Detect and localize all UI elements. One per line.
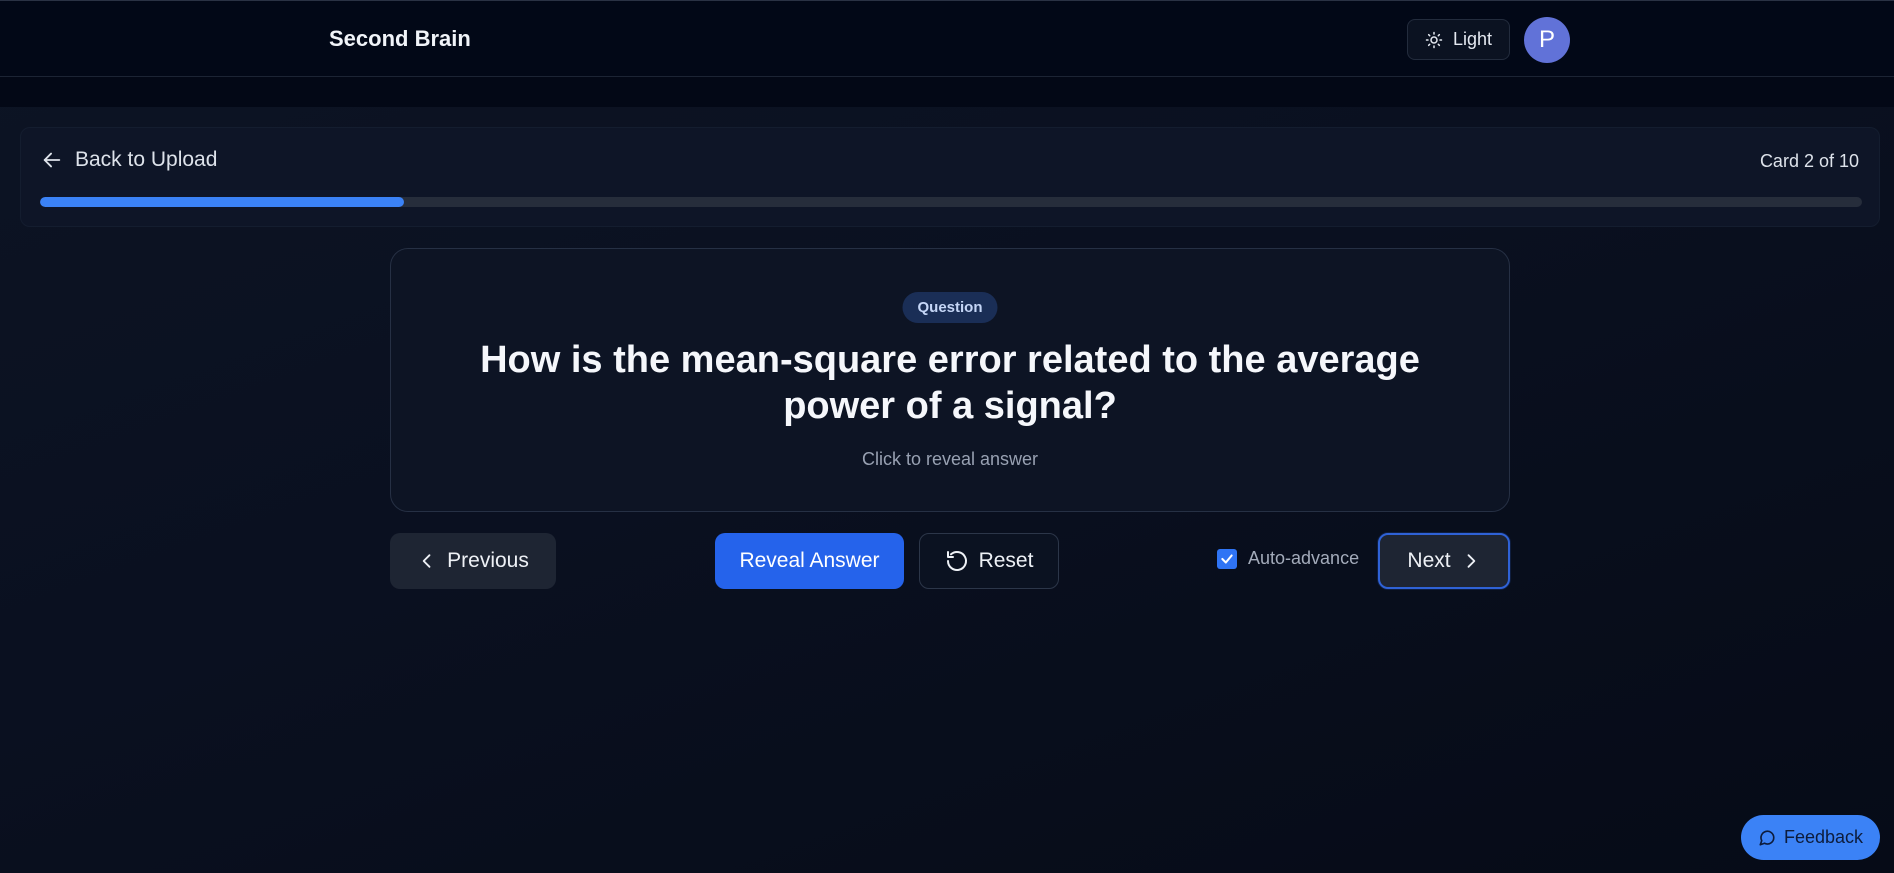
rotate-ccw-icon bbox=[945, 549, 969, 573]
chevron-left-icon bbox=[417, 551, 437, 571]
auto-advance-toggle[interactable]: Auto-advance bbox=[1217, 548, 1359, 569]
flashcard[interactable]: Question How is the mean-square error re… bbox=[390, 248, 1510, 512]
card-side-badge: Question bbox=[902, 292, 998, 323]
progress-bar-fill bbox=[40, 197, 405, 207]
app-title: Second Brain bbox=[329, 26, 471, 51]
user-avatar[interactable]: P bbox=[1524, 17, 1570, 63]
theme-toggle-button[interactable]: Light bbox=[1407, 19, 1510, 60]
previous-button[interactable]: Previous bbox=[390, 533, 556, 589]
reveal-answer-button[interactable]: Reveal Answer bbox=[715, 533, 904, 589]
auto-advance-label: Auto-advance bbox=[1248, 548, 1360, 568]
auto-advance-checkbox[interactable] bbox=[1217, 548, 1237, 569]
study-header-panel: Back to Upload Card 2 of 10 bbox=[20, 127, 1880, 227]
next-button[interactable]: Next bbox=[1378, 533, 1510, 589]
reveal-answer-label: Reveal Answer bbox=[739, 549, 880, 572]
reveal-hint: Click to reveal answer bbox=[861, 449, 1039, 469]
top-navigation-bar: Second Brain Light P bbox=[0, 0, 1894, 77]
check-icon bbox=[1220, 552, 1234, 566]
reset-button[interactable]: Reset bbox=[919, 533, 1059, 589]
back-to-upload-label: Back to Upload bbox=[75, 148, 218, 171]
reset-label: Reset bbox=[978, 549, 1034, 572]
card-counter: Card 2 of 10 bbox=[1759, 151, 1859, 171]
feedback-label: Feedback bbox=[1783, 827, 1864, 847]
progress-bar bbox=[40, 197, 1862, 207]
theme-toggle-label: Light bbox=[1452, 29, 1493, 49]
message-circle-icon bbox=[1758, 829, 1776, 847]
chevron-right-icon bbox=[1461, 551, 1481, 571]
previous-label: Previous bbox=[447, 549, 529, 572]
next-label: Next bbox=[1407, 549, 1451, 572]
header-spacer bbox=[0, 77, 1894, 107]
arrow-left-icon bbox=[41, 149, 63, 171]
back-to-upload-link[interactable]: Back to Upload bbox=[41, 148, 217, 172]
question-text: How is the mean-square error related to … bbox=[480, 339, 1420, 427]
feedback-button[interactable]: Feedback bbox=[1741, 815, 1880, 860]
sun-icon bbox=[1425, 31, 1443, 49]
